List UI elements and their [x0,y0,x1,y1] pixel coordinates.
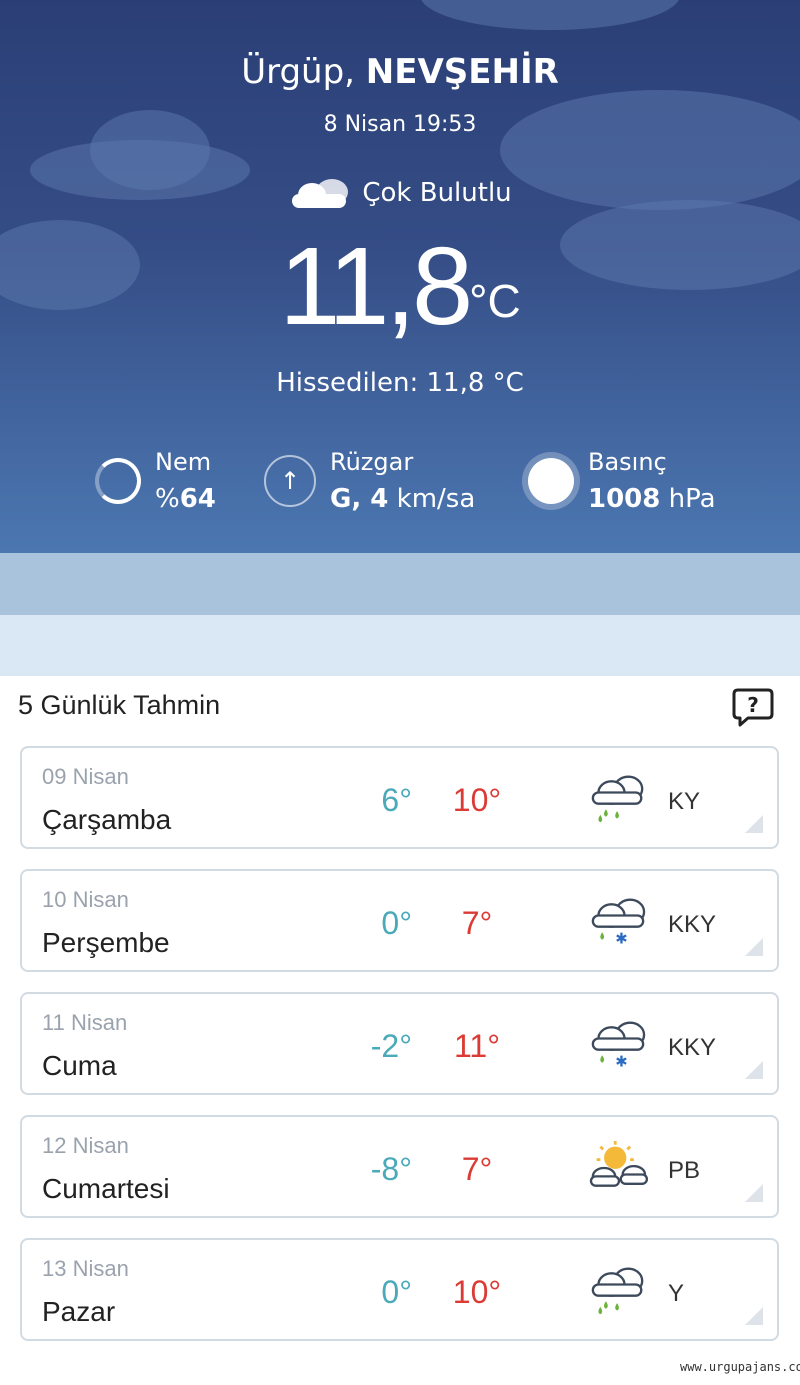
sleet-cloud-icon: ✱ [591,898,646,947]
watermark: www.urgupajans.com [680,1360,800,1374]
cloud-icon [292,179,349,208]
forecast-max-temp: 10° [452,782,502,818]
forecast-max-temp: 10° [452,1274,502,1310]
pressure-value: 1008 hPa [588,484,716,514]
wind-arrow-icon: ↑ [264,455,316,507]
forecast-date: 10 Nisan [42,887,129,912]
expand-corner-icon[interactable] [745,815,763,833]
forecast-condition-code: Y [668,1280,685,1307]
temperature-unit: °C [469,275,521,327]
wind-label: Rüzgar [330,448,414,476]
forecast-date: 12 Nisan [42,1133,129,1158]
observation-datetime: 8 Nisan 19:53 [323,112,477,137]
forecast-min-temp: -2° [370,1028,412,1064]
wind-stat: ↑ Rüzgar G, 4 km/sa [264,448,475,514]
humidity-label: Nem [155,448,212,476]
expand-corner-icon[interactable] [745,938,763,956]
condition-text: Çok Bulutlu [362,178,512,208]
partly-sunny-icon [589,1141,649,1187]
forecast-day: Pazar [42,1296,116,1327]
decorative-band [0,615,800,676]
wind-value: G, 4 km/sa [330,484,476,514]
decorative-band [0,553,800,615]
expand-corner-icon[interactable] [745,1184,763,1202]
forecast-day: Perşembe [42,927,170,958]
forecast-date: 13 Nisan [42,1256,129,1281]
forecast-date: 11 Nisan [42,1010,128,1035]
rain-cloud-icon [591,1267,644,1315]
forecast-card[interactable]: 13 Nisan Pazar 0° 10° Y [20,1238,779,1341]
svg-text:?: ? [747,693,759,717]
temperature-value: 11,8 [279,225,473,348]
forecast-card[interactable]: 12 Nisan Cumartesi -8° 7° PB [20,1115,779,1218]
forecast-condition-code: PB [668,1157,701,1184]
sleet-cloud-icon: ✱ [591,1021,646,1070]
forecast-day: Cuma [42,1050,117,1081]
forecast-title: 5 Günlük Tahmin [18,690,221,720]
expand-corner-icon[interactable] [745,1307,763,1325]
pressure-label: Basınç [588,448,667,476]
forecast-day: Cumartesi [42,1173,170,1204]
forecast-max-temp: 11° [453,1028,500,1064]
forecast-date: 09 Nisan [42,764,129,789]
forecast-min-temp: -8° [370,1151,412,1187]
forecast-min-temp: 0° [381,905,412,941]
forecast-condition-code: KKY [668,1034,717,1061]
background-cloud [420,0,680,30]
help-icon[interactable]: ? [732,687,774,727]
svg-text:✱: ✱ [615,929,627,947]
current-condition: Çok Bulutlu [0,176,800,210]
forecast-condition-code: KKY [668,911,717,938]
province-name: NEVŞEHİR [365,52,559,92]
pressure-circle-icon [528,458,574,504]
forecast-card[interactable]: 11 Nisan Cuma -2° 11° ✱ KKY [20,992,779,1095]
location-title[interactable]: Ürgüp, NEVŞEHİR [0,52,800,92]
pressure-stat: Basınç 1008 hPa [528,448,716,514]
weather-hero: Ürgüp, NEVŞEHİR 8 Nisan 19:53 Çok Bulutl… [0,0,800,553]
humidity-value: %64 [155,484,216,514]
forecast-day: Çarşamba [42,804,172,835]
town-name: Ürgüp, [241,52,366,92]
forecast-min-temp: 0° [381,1274,412,1310]
rain-cloud-icon [591,775,644,823]
humidity-ring-icon [95,458,141,504]
svg-text:✱: ✱ [615,1052,627,1070]
expand-corner-icon[interactable] [745,1061,763,1079]
current-temperature: 11,8°C [0,222,800,352]
forecast-card[interactable]: 09 Nisan Çarşamba 6° 10° KY [20,746,779,849]
forecast-min-temp: 6° [381,782,412,818]
forecast-card[interactable]: 10 Nisan Perşembe 0° 7° ✱ KKY [20,869,779,972]
humidity-stat: Nem %64 [95,448,216,514]
feels-like: Hissedilen: 11,8 °C [276,368,524,398]
forecast-condition-code: KY [668,788,701,815]
forecast-max-temp: 7° [461,1151,493,1187]
forecast-max-temp: 7° [461,905,493,941]
